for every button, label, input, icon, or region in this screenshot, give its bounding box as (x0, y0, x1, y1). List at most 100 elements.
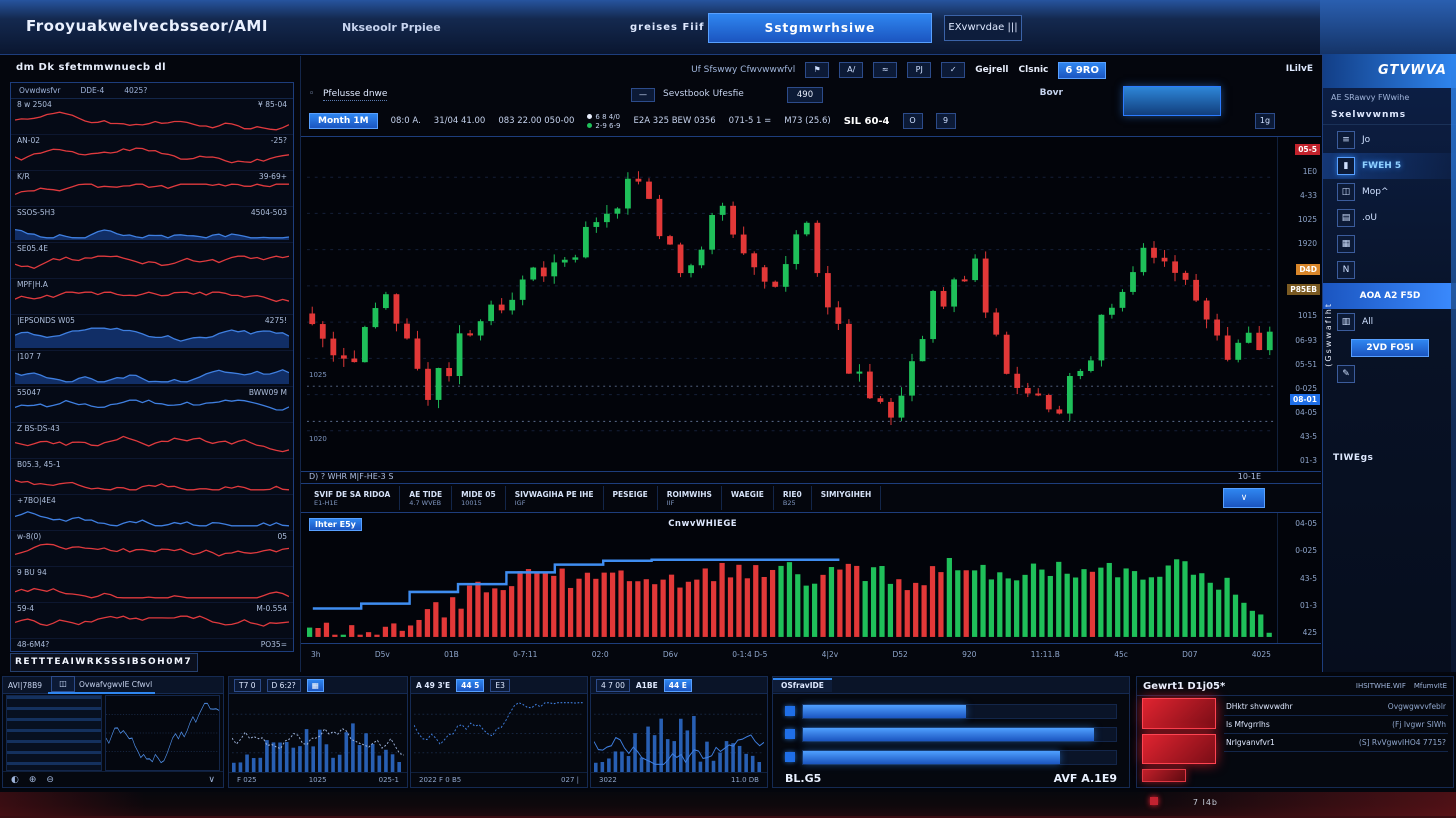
sidebar-item[interactable]: ▥All (1323, 309, 1456, 335)
panel-a-icons: ◐ ⊕ ⊖ ∨ (3, 771, 223, 787)
panel-f-title: Gewrt1 D1j05* (1143, 681, 1225, 692)
watchlist-item-label: SSOS-5H3 (17, 208, 55, 217)
panel-a-icon-2[interactable]: ⊖ (46, 775, 54, 785)
progress-bullet (785, 706, 795, 716)
watchlist-header: Ovwdwsfvr DDE-4 4025? (11, 83, 293, 99)
watchlist-header-item[interactable]: Ovwdwsfvr (19, 86, 60, 95)
watchlist-item[interactable]: B05.3, 45-1 (11, 459, 293, 495)
flag-icon[interactable]: ⚑ (805, 62, 829, 78)
gejrell-button[interactable]: Gejrell (975, 65, 1008, 75)
watchlist-item[interactable]: 55047BWW09 M (11, 387, 293, 423)
watchlist-item[interactable]: MPF|H.A (11, 279, 293, 315)
panel-trend-mini[interactable]: A 49 3'E 44 5 E3 2022 F 0 B5027 | (410, 676, 588, 788)
primary-action-button[interactable]: Sstgmwrhsiwe (708, 13, 932, 43)
watchlist-item[interactable]: SE05.4E (11, 243, 293, 279)
indicator-tab[interactable]: SIVWAGIHA PE IHEIGF (506, 486, 604, 510)
top-bar-menu[interactable]: greises Fiif (630, 22, 705, 33)
watchlist-item[interactable]: AN-02-25? (11, 135, 293, 171)
watchlist-header-item[interactable]: 4025? (124, 86, 147, 95)
panel-a-icon-3[interactable]: ∨ (208, 775, 215, 785)
indicator-tab[interactable]: SVIF DE SA RIDOAE1-H1E (305, 486, 400, 510)
watchlist-item[interactable]: w-8(0)05 (11, 531, 293, 567)
indicator-tab[interactable]: PESEIGE (604, 486, 658, 510)
camera-icon[interactable]: O (903, 113, 923, 129)
indicator-tab-value: B25 (783, 499, 802, 507)
panel-d-chip-1[interactable]: 4 7 00 (596, 679, 630, 692)
price-axis[interactable]: 18-251E04-3310251920D8505-3101506-9305-5… (1277, 137, 1321, 471)
sidebar-item[interactable]: ◫Mop^ (1323, 179, 1456, 205)
preset-dropdown[interactable]: Pfelusse dnwe (323, 89, 387, 101)
sidebar-scrollbar[interactable] (1451, 54, 1456, 672)
alert-block-3 (1142, 769, 1186, 782)
sidebar-item[interactable]: N (1323, 257, 1456, 283)
panel-b-blue-chip[interactable]: ▦ (307, 679, 324, 692)
timeframe-button[interactable]: Month 1M (309, 113, 378, 129)
sidebar-item[interactable]: ▮FWEH 5 (1323, 153, 1456, 179)
chart-filter-row: ◦ Pfelusse dnwe — Sevstbook Ufesfie 490 (301, 86, 1321, 106)
nine-icon[interactable]: 9 (936, 113, 956, 129)
iliad-button[interactable]: ILilvE (1286, 64, 1313, 74)
pen-a-icon[interactable]: A/ (839, 62, 863, 78)
watchlist-sparkline (15, 470, 289, 492)
panel-a-icon-0[interactable]: ◐ (11, 775, 19, 785)
sidebar-item[interactable]: 2VD FO5I (1323, 335, 1456, 361)
wave-icon[interactable]: ≈ (873, 62, 897, 78)
panel-a-icon-1[interactable]: ⊕ (29, 775, 37, 785)
panel-d-blue-chip[interactable]: 44 E (664, 679, 692, 692)
rate-badge[interactable]: 6 9RO (1058, 62, 1106, 79)
indicator-dropdown-button[interactable]: ∨ (1223, 488, 1265, 508)
panel-a-tab[interactable]: ◫ OvwafvgwvIE Cfwvl (48, 677, 155, 694)
indicator-tab[interactable]: RIE0B25 (774, 486, 812, 510)
indicator-tab[interactable]: ROIMWIHSIIF (658, 486, 722, 510)
panel-alerts[interactable]: Gewrt1 D1j05* IHSITWHE.WIF MfumvItE DHkt… (1136, 676, 1454, 788)
watchlist-item[interactable]: SSOS-5H34504-503 (11, 207, 293, 243)
pen-p-icon[interactable]: PJ (907, 62, 931, 78)
panel-b-chip-1[interactable]: T7 0 (234, 679, 261, 692)
check-icon[interactable]: ✓ (941, 62, 965, 78)
indicator-tab[interactable]: WAEGIE (722, 486, 774, 510)
watchlist-item[interactable]: 9 BU 94 (11, 567, 293, 603)
sidebar-item[interactable]: ✎ (1323, 361, 1456, 387)
watchlist-item[interactable]: 59-4M-0.554 (11, 603, 293, 639)
watchlist-item[interactable]: |107 7 (11, 351, 293, 387)
indicator-tab[interactable]: AE TIDE4.7 WVEB (400, 486, 452, 510)
watchlist-item-label: |EPSONDS W05 (17, 316, 75, 325)
candlestick-chart[interactable]: 18-251E04-3310251920D8505-3101506-9305-5… (301, 136, 1321, 472)
volume-chart[interactable]: 04-050-02543-501-3425 Ihter E5y CnwvWHIE… (301, 512, 1321, 644)
seekbook-label: Sevstbook Ufesfie (663, 89, 744, 99)
watchlist-sparkline (15, 650, 289, 652)
watchlist-item[interactable]: Z BS-DS-43 (11, 423, 293, 459)
panel-c-chip[interactable]: E3 (490, 679, 510, 692)
quote-2: 083 22.00 050-00 (498, 116, 574, 126)
time-axis[interactable]: 3hD5v01B0-7:1102:0D6v0-1:4 D-54|2vD52920… (301, 646, 1321, 662)
sidebar-item[interactable]: ▤.oU (1323, 205, 1456, 231)
clsnic-button[interactable]: Clsnic (1019, 65, 1049, 75)
time-tick: D52 (892, 650, 907, 659)
watchlist-item[interactable]: K/R39-69+ (11, 171, 293, 207)
secondary-action-button[interactable]: EXvwrvdae ||| (944, 15, 1022, 41)
watchlist-item[interactable]: 8 w 2504¥ 85-04 (11, 99, 293, 135)
indicator-tab[interactable]: MIDE 0510015 (452, 486, 506, 510)
panel-e-tab[interactable]: OSfravIDE (773, 678, 832, 692)
interval-tag[interactable]: Ihter E5y (309, 518, 362, 531)
volume-tick: 01-3 (1282, 601, 1317, 610)
sidebar-item[interactable]: ▦ (1323, 231, 1456, 257)
alert-dot (1150, 797, 1158, 805)
panel-b-chip-2[interactable]: D 6:2? (267, 679, 301, 692)
watchlist-item[interactable]: |EPSONDS W054275! (11, 315, 293, 351)
filter-value-box[interactable]: 490 (787, 87, 823, 103)
sidebar-item[interactable]: ≡Jo (1323, 127, 1456, 153)
watchlist-item[interactable]: +7BO|4E4 (11, 495, 293, 531)
panel-signal-mini[interactable]: 4 7 00 A1BE 44 E 302211.0 DB (590, 676, 768, 788)
panel-watch-mini[interactable]: AVI|78B9 ◫ OvwafvgwvIE Cfwvl ◐⊕⊖∨ (2, 676, 224, 788)
panel-depth-mini[interactable]: T7 0 D 6:2? ▦ F 0251025025-1 (228, 676, 408, 788)
panel-c-blue-chip[interactable]: 44 5 (456, 679, 484, 692)
panel-a-list[interactable] (6, 695, 102, 771)
watchlist-header-item[interactable]: DDE-4 (80, 86, 104, 95)
watchlist-item[interactable]: 48-6M4?PO35= (11, 639, 293, 652)
one-g-icon[interactable]: 1g (1255, 113, 1275, 129)
dash-toggle[interactable]: — (631, 88, 655, 102)
panel-progress[interactable]: OSfravIDE BL.G5 AVF A.1E9 (772, 676, 1130, 788)
sidebar-item[interactable]: AOA A2 F5D (1323, 283, 1456, 309)
indicator-tab[interactable]: SIMIYGIHEH (812, 486, 882, 510)
